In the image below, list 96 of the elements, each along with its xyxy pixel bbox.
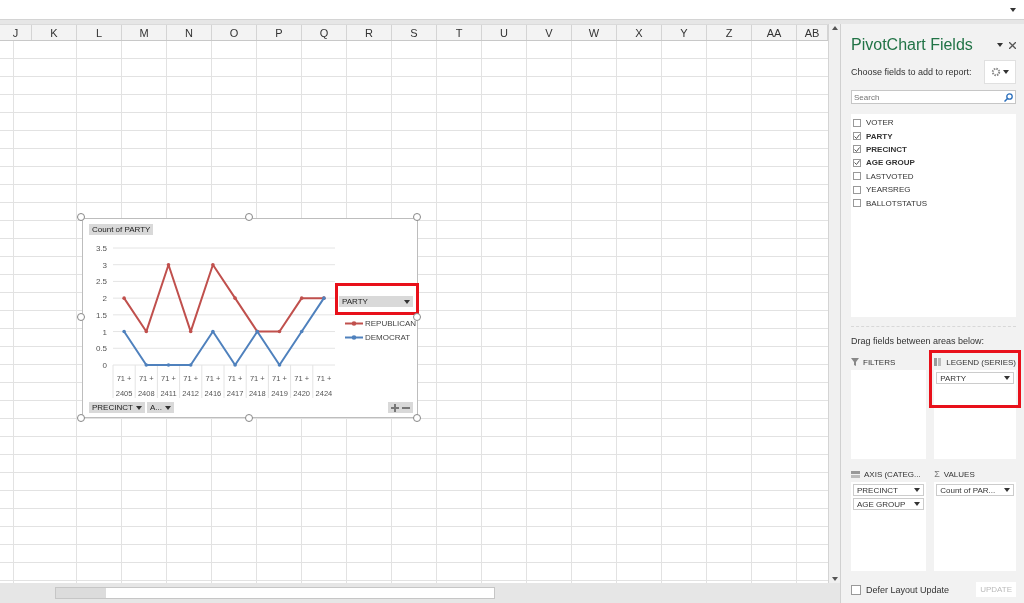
column-header[interactable]: AA bbox=[752, 25, 797, 40]
resize-handle[interactable] bbox=[245, 414, 253, 422]
field-label[interactable]: AGE GROUP bbox=[866, 158, 915, 168]
caret-icon bbox=[164, 405, 171, 410]
panel-title: PivotChart Fields bbox=[851, 36, 973, 54]
scroll-down-icon bbox=[831, 577, 838, 581]
field-chip[interactable]: PARTY bbox=[936, 372, 1014, 384]
defer-label[interactable]: Defer Layout Update bbox=[866, 584, 950, 595]
search-field[interactable]: Search bbox=[851, 90, 1016, 104]
caret-icon bbox=[1004, 488, 1010, 492]
zoom-buttons[interactable] bbox=[388, 402, 413, 413]
y-tick-label: 1 bbox=[102, 327, 107, 337]
drop-area[interactable]: PRECINCT AGE GROUP bbox=[851, 482, 927, 571]
field-label[interactable]: YEARSREG bbox=[866, 185, 911, 195]
column-header[interactable]: Q bbox=[302, 25, 347, 40]
scroll-up-icon bbox=[831, 26, 838, 30]
horizontal-scrollbar[interactable] bbox=[55, 587, 495, 599]
y-tick-label: 0 bbox=[102, 361, 107, 370]
field-label[interactable]: VOTER bbox=[866, 118, 894, 128]
resize-handle[interactable] bbox=[413, 414, 421, 422]
checkbox[interactable] bbox=[853, 185, 861, 194]
y-tick-label: 3.5 bbox=[95, 244, 107, 253]
y-tick-label: 3 bbox=[102, 260, 107, 270]
drop-area[interactable]: PARTY bbox=[934, 370, 1016, 459]
y-tick-label: 2 bbox=[102, 294, 107, 304]
area-title: VALUES bbox=[943, 469, 975, 479]
column-header[interactable]: J bbox=[0, 25, 32, 40]
checkbox[interactable] bbox=[853, 158, 861, 167]
drag-instructions: Drag fields between areas below: bbox=[851, 336, 986, 346]
filter-icon bbox=[851, 358, 859, 366]
columns-icon bbox=[934, 358, 943, 366]
plus-icon bbox=[391, 403, 399, 412]
column-header[interactable]: N bbox=[167, 25, 212, 40]
caret-icon bbox=[135, 405, 142, 410]
column-header[interactable]: R bbox=[347, 25, 392, 40]
caret-icon bbox=[404, 299, 410, 304]
resize-handle[interactable] bbox=[413, 213, 421, 221]
y-tick-label: 1.5 bbox=[95, 310, 107, 320]
column-header[interactable]: K bbox=[32, 25, 77, 40]
resize-handle[interactable] bbox=[77, 313, 85, 321]
field-chip[interactable]: Count of PAR... bbox=[936, 484, 1014, 496]
resize-handle[interactable] bbox=[245, 213, 253, 221]
column-header[interactable]: W bbox=[572, 25, 617, 40]
checkbox[interactable] bbox=[851, 584, 861, 595]
resize-handle[interactable] bbox=[77, 414, 85, 422]
column-header[interactable]: M bbox=[122, 25, 167, 40]
column-header[interactable]: X bbox=[617, 25, 662, 40]
expand-icon bbox=[1010, 7, 1016, 12]
legend-label: REPUBLICAN bbox=[365, 319, 417, 328]
checkbox[interactable] bbox=[853, 132, 861, 141]
caret-icon bbox=[914, 502, 921, 506]
field-chip[interactable]: PRECINCT bbox=[853, 484, 925, 496]
resize-handle[interactable] bbox=[413, 313, 421, 321]
caret-icon bbox=[914, 488, 921, 492]
value-field-button[interactable]: Count of PARTY bbox=[89, 224, 154, 235]
column-header[interactable]: L bbox=[77, 25, 122, 40]
search-icon bbox=[1004, 93, 1013, 102]
area-title: FILTERS bbox=[863, 357, 896, 367]
caret-icon bbox=[1003, 70, 1009, 74]
settings-icon bbox=[991, 67, 1001, 77]
sigma-icon: Σ bbox=[934, 469, 940, 479]
y-tick-label: 2.5 bbox=[95, 277, 107, 287]
field-label[interactable]: BALLOTSTATUS bbox=[866, 198, 928, 208]
choose-fields-label: Choose fields to add to report: bbox=[851, 67, 972, 77]
checkbox[interactable] bbox=[853, 145, 861, 154]
column-header[interactable]: Z bbox=[707, 25, 752, 40]
checkbox[interactable] bbox=[853, 172, 861, 181]
column-header[interactable]: T bbox=[437, 25, 482, 40]
close-icon[interactable] bbox=[1009, 41, 1016, 49]
axis-field-button[interactable]: A... bbox=[146, 402, 174, 413]
checkbox[interactable] bbox=[853, 118, 861, 127]
column-header[interactable]: S bbox=[392, 25, 437, 40]
checkbox[interactable] bbox=[853, 199, 861, 208]
field-label[interactable]: LASTVOTED bbox=[866, 171, 914, 181]
field-label[interactable]: PARTY bbox=[866, 131, 893, 141]
formula-bar[interactable] bbox=[0, 0, 1024, 20]
column-header[interactable]: U bbox=[482, 25, 527, 40]
caret-icon bbox=[1004, 376, 1010, 380]
drop-area[interactable]: Count of PAR... bbox=[934, 482, 1016, 571]
axis-field-button[interactable]: PRECINCT bbox=[89, 402, 145, 413]
column-header[interactable]: P bbox=[257, 25, 302, 40]
vertical-scrollbar[interactable] bbox=[828, 24, 840, 583]
y-tick-label: 0.5 bbox=[95, 344, 107, 354]
rows-icon bbox=[851, 470, 860, 478]
legend-label: DEMOCRAT bbox=[365, 333, 411, 342]
field-label[interactable]: PRECINCT bbox=[866, 144, 907, 154]
area-title: AXIS (CATEG... bbox=[864, 469, 921, 479]
column-header[interactable]: O bbox=[212, 25, 257, 40]
field-chip[interactable]: AGE GROUP bbox=[853, 498, 925, 510]
legend-field-button[interactable]: PARTY bbox=[339, 296, 413, 307]
tools-button[interactable] bbox=[984, 60, 1016, 84]
column-header[interactable]: V bbox=[527, 25, 572, 40]
area-title: LEGEND (SERIES) bbox=[946, 357, 1016, 367]
resize-handle[interactable] bbox=[77, 213, 85, 221]
column-header[interactable]: Y bbox=[662, 25, 707, 40]
options-caret-icon bbox=[997, 43, 1003, 47]
